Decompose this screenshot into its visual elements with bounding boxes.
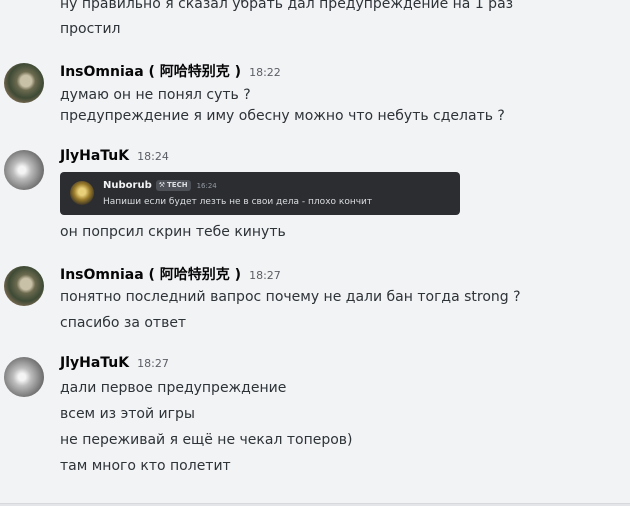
tag-label: TECH <box>167 181 188 189</box>
message-line: простил <box>60 21 121 37</box>
embed-header: Nuborub ⚒ TECH 16:24 <box>103 180 217 191</box>
message-header: JlyHaTuK 18:27 <box>60 355 169 377</box>
embed-timestamp: 16:24 <box>196 181 217 190</box>
message-header: InsOmniaa ( 阿哈特别克 ) 18:22 <box>60 61 281 83</box>
avatar[interactable] <box>4 63 44 103</box>
message-line: спасибо за ответ <box>60 315 187 331</box>
message-line: ну правильно я сказал убрать дал предупр… <box>60 0 514 12</box>
tag-icon: ⚒ <box>158 181 166 189</box>
message-line: предупреждение я иму обесну можно что не… <box>60 108 505 124</box>
username[interactable]: InsOmniaa ( 阿哈特别克 ) <box>60 61 241 81</box>
avatar[interactable] <box>4 357 44 397</box>
message-line: он попрсил скрин тебе кинуть <box>60 224 286 240</box>
avatar[interactable] <box>4 266 44 306</box>
avatar <box>70 181 94 205</box>
server-tag-badge: ⚒ TECH <box>155 180 191 191</box>
message-line: всем из этой игры <box>60 406 195 422</box>
message-line: не переживай я ещё не чекал топеров) <box>60 432 353 448</box>
timestamp[interactable]: 18:22 <box>249 66 281 79</box>
chat-log: ну правильно я сказал убрать дал предупр… <box>0 0 630 506</box>
username[interactable]: JlyHaTuK <box>60 148 129 164</box>
screenshot-attachment[interactable]: Nuborub ⚒ TECH 16:24 Напиши если будет л… <box>60 172 460 215</box>
timestamp[interactable]: 18:27 <box>137 357 169 370</box>
message-line: дали первое предупреждение <box>60 380 287 396</box>
message-line: думаю он не понял суть ? <box>60 87 251 103</box>
message-header: InsOmniaa ( 阿哈特别克 ) 18:27 <box>60 264 281 286</box>
message-header: JlyHaTuK 18:24 <box>60 148 169 170</box>
timestamp[interactable]: 18:27 <box>249 269 281 282</box>
username[interactable]: JlyHaTuK <box>60 355 129 371</box>
username[interactable]: InsOmniaa ( 阿哈特别克 ) <box>60 264 241 284</box>
timestamp[interactable]: 18:24 <box>137 150 169 163</box>
message-line: там много кто полетит <box>60 458 231 474</box>
embed-message: Напиши если будет лезть не в свои дела -… <box>103 197 373 207</box>
message-line: понятно последний вапрос почему не дали … <box>60 289 521 305</box>
embed-username: Nuborub <box>103 180 152 191</box>
avatar[interactable] <box>4 150 44 190</box>
